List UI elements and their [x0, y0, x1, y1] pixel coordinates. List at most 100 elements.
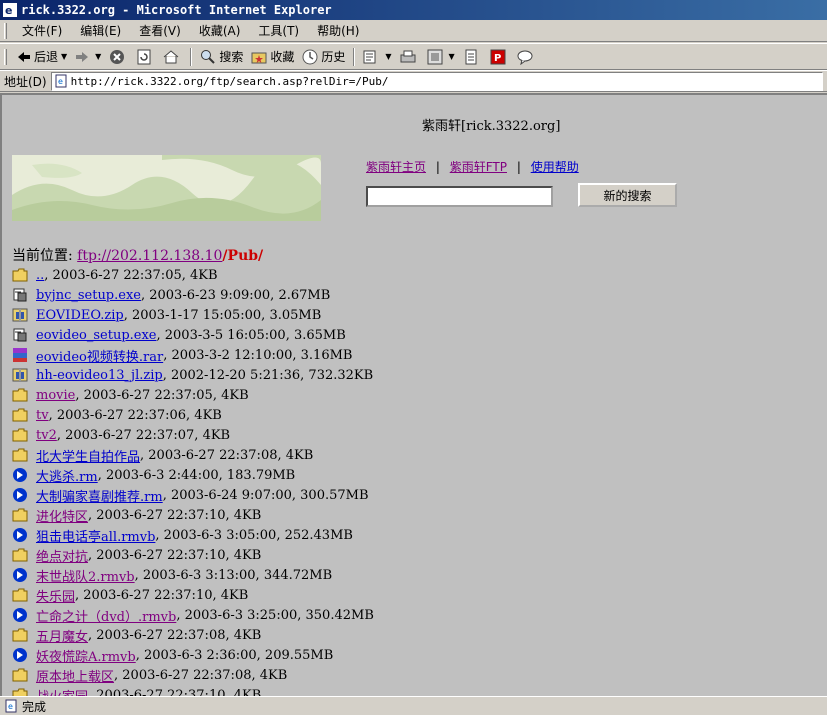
file-link[interactable]: byjnc_setup.exe — [36, 288, 141, 303]
file-link[interactable]: 北大学生自拍作品 — [36, 446, 140, 465]
file-link[interactable]: 亡命之计（dvd）.rmvb — [36, 606, 176, 625]
file-row: 妖夜慌踪A.rmvb, 2003-6-3 2:36:00, 209.55MB — [12, 645, 374, 665]
file-link[interactable]: 原本地上载区 — [36, 666, 114, 685]
nav-ftp-link[interactable]: 紫雨轩FTP — [450, 160, 507, 174]
file-row: 进化特区, 2003-6-27 22:37:10, 4KB — [12, 505, 374, 525]
realmedia-icon[interactable] — [12, 527, 28, 543]
folder-icon[interactable] — [12, 407, 28, 423]
home-button[interactable] — [159, 46, 186, 68]
exe-icon[interactable] — [12, 327, 28, 343]
file-link[interactable]: eovideo视频转换.rar — [36, 346, 163, 365]
mail-button[interactable]: ▼ — [359, 46, 395, 68]
window-titlebar[interactable]: e rick.3322.org - Microsoft Internet Exp… — [0, 0, 827, 20]
file-link[interactable]: 五月魔女 — [36, 626, 88, 645]
file-link[interactable]: 狙击电话亭all.rmvb — [36, 526, 155, 545]
discuss-button[interactable] — [459, 46, 486, 68]
file-link[interactable]: EOVIDEO.zip — [36, 308, 124, 323]
print-button[interactable] — [396, 46, 423, 68]
back-button[interactable]: 后退 ▼ — [13, 46, 71, 68]
mail-icon — [363, 50, 376, 63]
refresh-button[interactable] — [132, 46, 159, 68]
file-row: 绝点对抗, 2003-6-27 22:37:10, 4KB — [12, 545, 374, 565]
messenger-icon — [517, 50, 533, 65]
folder-icon[interactable] — [12, 667, 28, 683]
search-button[interactable]: 搜索 — [196, 46, 247, 68]
location-root-link[interactable]: ftp://202.112.138.10 — [77, 248, 222, 264]
file-link[interactable]: 末世战队2.rmvb — [36, 566, 135, 585]
menu-file[interactable]: 文件(F) — [13, 21, 71, 40]
realmedia-icon[interactable] — [12, 567, 28, 583]
file-row: byjnc_setup.exe, 2003-6-23 9:09:00, 2.67… — [12, 285, 374, 305]
favorites-button[interactable]: 收藏 — [247, 46, 298, 68]
svg-text:e: e — [58, 77, 63, 86]
file-link[interactable]: 战火家园 — [36, 686, 88, 697]
file-link[interactable]: 大逃杀.rm — [36, 466, 98, 485]
folder-icon[interactable] — [12, 267, 28, 283]
forward-button[interactable]: ▼ — [71, 46, 105, 68]
edit-icon — [427, 49, 443, 64]
rar-icon[interactable] — [12, 347, 28, 363]
file-row: tv2, 2003-6-27 22:37:07, 4KB — [12, 425, 374, 445]
menu-tools[interactable]: 工具(T) — [249, 21, 308, 40]
nav-help-link[interactable]: 使用帮助 — [531, 160, 579, 174]
nav-links: 紫雨轩主页 | 紫雨轩FTP | 使用帮助 — [366, 158, 579, 175]
back-dropdown-icon[interactable]: ▼ — [61, 52, 67, 61]
svg-text:P: P — [494, 53, 501, 64]
folder-icon[interactable] — [12, 547, 28, 563]
file-link[interactable]: 妖夜慌踪A.rmvb — [36, 646, 136, 665]
history-button[interactable]: 历史 — [298, 46, 349, 68]
file-link[interactable]: .. — [36, 268, 44, 283]
folder-icon[interactable] — [12, 447, 28, 463]
forward-dropdown-icon[interactable]: ▼ — [95, 52, 101, 61]
menu-edit[interactable]: 编辑(E) — [71, 21, 130, 40]
new-search-button[interactable]: 新的搜索 — [578, 183, 677, 207]
file-link[interactable]: eovideo_setup.exe — [36, 328, 157, 343]
toolbar-grip[interactable] — [4, 48, 7, 65]
folder-icon[interactable] — [12, 387, 28, 403]
zip-icon[interactable] — [12, 307, 28, 323]
realmedia-icon[interactable] — [12, 607, 28, 623]
mail-dropdown-icon[interactable]: ▼ — [385, 52, 391, 61]
menu-favorites[interactable]: 收藏(A) — [190, 21, 250, 40]
file-meta: , 2003-6-27 22:37:06, 4KB — [48, 407, 222, 423]
menu-view[interactable]: 查看(V) — [130, 21, 190, 40]
file-link[interactable]: tv2 — [36, 428, 57, 443]
back-label: 后退 — [34, 50, 59, 64]
plugin-button[interactable]: P — [486, 46, 513, 68]
file-link[interactable]: hh-eovideo13_jl.zip — [36, 368, 163, 383]
nav-home-link[interactable]: 紫雨轩主页 — [366, 160, 426, 174]
file-link[interactable]: tv — [36, 408, 49, 423]
folder-icon[interactable] — [12, 687, 28, 696]
realmedia-icon[interactable] — [12, 487, 28, 503]
file-link[interactable]: 失乐园 — [36, 586, 75, 605]
edit-button[interactable]: ▼ — [423, 46, 459, 68]
zip-icon[interactable] — [12, 367, 28, 383]
search-input[interactable] — [366, 186, 553, 207]
location-current: /Pub/ — [222, 248, 264, 264]
file-link[interactable]: 进化特区 — [36, 506, 88, 525]
folder-icon[interactable] — [12, 427, 28, 443]
realmedia-icon[interactable] — [12, 647, 28, 663]
file-meta: , 2003-6-3 2:36:00, 209.55MB — [135, 647, 334, 663]
file-meta: , 2003-6-27 22:37:05, 4KB — [75, 387, 249, 403]
page-viewport[interactable]: 紫雨轩[rick.3322.org] 紫雨轩主页 | 紫雨轩FTP | 使用帮助… — [0, 93, 827, 696]
edit-dropdown-icon[interactable]: ▼ — [449, 52, 455, 61]
address-field[interactable]: e http://rick.3322.org/ftp/search.asp?re… — [50, 71, 823, 91]
stop-button[interactable] — [105, 46, 132, 68]
site-title: 紫雨轩[rick.3322.org] — [422, 119, 561, 134]
history-icon — [302, 49, 318, 64]
exe-icon[interactable] — [12, 287, 28, 303]
banner-image — [12, 155, 321, 221]
folder-icon[interactable] — [12, 587, 28, 603]
address-bar: 地址(D) e http://rick.3322.org/ftp/search.… — [0, 70, 827, 92]
messenger-button[interactable] — [513, 46, 540, 68]
nav-separator: | — [435, 160, 440, 174]
folder-icon[interactable] — [12, 507, 28, 523]
menubar-grip[interactable] — [4, 22, 7, 39]
menu-help[interactable]: 帮助(H) — [308, 21, 368, 40]
realmedia-icon[interactable] — [12, 467, 28, 483]
file-link[interactable]: 绝点对抗 — [36, 546, 88, 565]
folder-icon[interactable] — [12, 627, 28, 643]
file-link[interactable]: movie — [36, 388, 75, 403]
file-link[interactable]: 大制骗家喜剧推荐.rm — [36, 486, 163, 505]
